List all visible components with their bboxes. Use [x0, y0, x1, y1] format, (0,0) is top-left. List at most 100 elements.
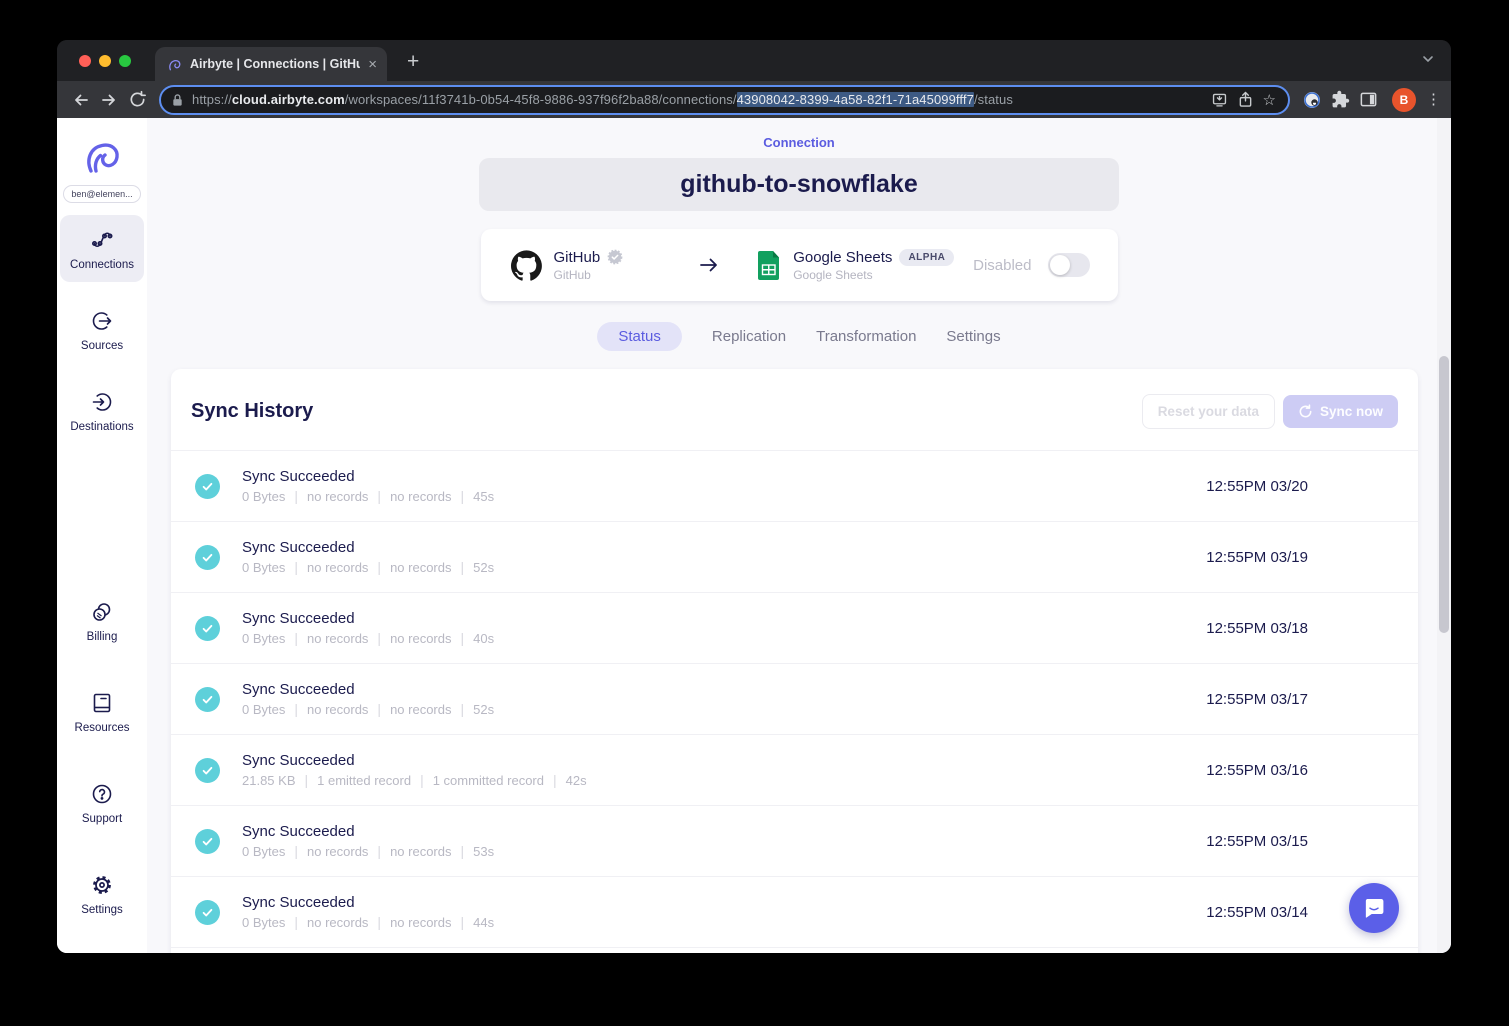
stat-separator: | — [285, 488, 307, 504]
sync-row-stats: 0 Bytes|no records|no records|44s — [242, 914, 494, 930]
stat-separator: | — [368, 701, 390, 717]
sidebar-item-support[interactable]: Support — [60, 769, 144, 836]
sync-stat: no records — [307, 844, 368, 859]
stat-separator: | — [411, 772, 433, 788]
sync-stat: no records — [307, 915, 368, 930]
sidebar-item-billing[interactable]: Billing — [60, 587, 144, 654]
sync-row[interactable]: Sync Succeeded 0 Bytes|no records|no rec… — [171, 876, 1418, 947]
sidebar-item-settings[interactable]: Settings — [60, 860, 144, 927]
stat-separator: | — [368, 630, 390, 646]
sync-row-stats: 0 Bytes|no records|no records|52s — [242, 559, 494, 575]
reload-icon[interactable] — [123, 86, 151, 114]
sync-row[interactable]: Sync Succeeded 0 Bytes|no records|no rec… — [171, 805, 1418, 876]
stat-separator: | — [368, 843, 390, 859]
sync-row[interactable]: Sync Succeeded 21.85 KB|1 emitted record… — [171, 734, 1418, 805]
enabled-label: Disabled — [973, 257, 1031, 274]
url-bar[interactable]: https://cloud.airbyte.com/workspaces/11f… — [159, 85, 1290, 115]
sync-history-list: Sync Succeeded 0 Bytes|no records|no rec… — [171, 450, 1418, 947]
sync-stat: no records — [307, 631, 368, 646]
sync-stat: no records — [390, 489, 451, 504]
sync-row-main: Sync Succeeded 0 Bytes|no records|no rec… — [242, 681, 494, 717]
sync-now-button[interactable]: Sync now — [1283, 395, 1398, 428]
airbyte-logo[interactable] — [82, 136, 122, 176]
bookmark-star-icon[interactable]: ☆ — [1263, 91, 1276, 109]
chat-widget-button[interactable] — [1349, 883, 1399, 933]
install-app-icon[interactable] — [1211, 91, 1228, 108]
stat-separator: | — [451, 843, 473, 859]
profile-avatar[interactable]: B — [1392, 88, 1416, 112]
stat-separator: | — [368, 914, 390, 930]
sync-stat: 0 Bytes — [242, 489, 285, 504]
side-panel-icon[interactable] — [1354, 86, 1382, 114]
zoom-window-button[interactable] — [119, 55, 131, 67]
enabled-toggle[interactable] — [1048, 253, 1090, 277]
back-icon[interactable] — [67, 86, 95, 114]
stat-separator: | — [296, 772, 318, 788]
stat-separator: | — [285, 630, 307, 646]
sync-stat: 1 committed record — [433, 773, 544, 788]
arrow-right-icon — [699, 256, 719, 274]
sidebar-item-destinations[interactable]: Destinations — [60, 377, 144, 444]
sync-row[interactable]: Sync Succeeded 0 Bytes|no records|no rec… — [171, 663, 1418, 734]
sync-row-time: 12:55PM 03/15 — [1206, 833, 1308, 850]
destination-endpoint[interactable]: Google Sheets ALPHA Google Sheets — [757, 249, 954, 282]
sync-row-status: Sync Succeeded — [242, 894, 494, 911]
extension-badge-icon[interactable] — [1298, 86, 1326, 114]
new-tab-button[interactable]: + — [407, 50, 419, 74]
sidebar-item-resources[interactable]: Resources — [60, 678, 144, 745]
workspace-badge[interactable]: ben@elemen... — [63, 185, 140, 203]
sync-row[interactable]: Sync Succeeded 0 Bytes|no records|no rec… — [171, 521, 1418, 592]
forward-icon[interactable] — [95, 86, 123, 114]
stat-separator: | — [368, 559, 390, 575]
toggle-knob — [1050, 255, 1070, 275]
sidebar-item-connections[interactable]: Connections — [60, 215, 144, 282]
alpha-badge: ALPHA — [899, 249, 954, 266]
stat-separator: | — [285, 914, 307, 930]
stat-separator: | — [285, 559, 307, 575]
sidebar-item-label: Destinations — [70, 421, 133, 433]
share-icon[interactable] — [1238, 91, 1253, 108]
tab-transformation[interactable]: Transformation — [816, 322, 916, 351]
sync-row-main: Sync Succeeded 0 Bytes|no records|no rec… — [242, 610, 494, 646]
partial-row — [171, 947, 1418, 953]
browser-tab[interactable]: Airbyte | Connections | GitHub × — [155, 47, 387, 81]
scrollbar-track[interactable] — [1437, 118, 1451, 953]
sync-success-check-icon — [195, 616, 220, 641]
connection-eyebrow: Connection — [147, 135, 1451, 150]
sync-row-main: Sync Succeeded 0 Bytes|no records|no rec… — [242, 823, 494, 859]
sidebar-item-sources[interactable]: Sources — [60, 296, 144, 363]
tab-status[interactable]: Status — [597, 322, 682, 351]
sidebar-bottom-nav: Billing Resources Support Settings — [60, 587, 144, 953]
sync-row[interactable]: Sync Succeeded 0 Bytes|no records|no rec… — [171, 450, 1418, 521]
reset-data-button[interactable]: Reset your data — [1142, 394, 1275, 429]
support-icon — [90, 782, 114, 806]
browser-menu-icon[interactable]: ⋮ — [1426, 93, 1441, 107]
destination-name: Google Sheets — [793, 249, 892, 266]
extensions-puzzle-icon[interactable] — [1326, 86, 1354, 114]
sync-row-main: Sync Succeeded 0 Bytes|no records|no rec… — [242, 894, 494, 930]
scrollbar-thumb[interactable] — [1439, 356, 1449, 633]
sync-stat: 53s — [473, 844, 494, 859]
close-window-button[interactable] — [79, 55, 91, 67]
source-endpoint[interactable]: GitHub GitHub — [511, 249, 624, 282]
tab-close-icon[interactable]: × — [368, 57, 377, 72]
stat-separator: | — [285, 843, 307, 859]
sync-row-stats: 0 Bytes|no records|no records|40s — [242, 630, 494, 646]
sync-stat: 0 Bytes — [242, 844, 285, 859]
google-sheets-icon — [757, 250, 781, 281]
sync-stat: 1 emitted record — [317, 773, 411, 788]
tab-replication[interactable]: Replication — [712, 322, 786, 351]
enabled-control: Disabled — [973, 253, 1089, 277]
airbyte-favicon-icon — [167, 57, 182, 72]
sync-row-time: 12:55PM 03/16 — [1206, 762, 1308, 779]
stat-separator: | — [544, 772, 566, 788]
sync-row-time: 12:55PM 03/20 — [1206, 478, 1308, 495]
tab-search-chevron-icon[interactable] — [1421, 52, 1435, 66]
sync-history-header: Sync History Reset your data Sync now — [171, 369, 1418, 450]
sidebar-item-label: Sources — [81, 340, 123, 352]
tab-settings[interactable]: Settings — [946, 322, 1000, 351]
minimize-window-button[interactable] — [99, 55, 111, 67]
traffic-lights — [79, 55, 131, 67]
sync-row-stats: 0 Bytes|no records|no records|52s — [242, 701, 494, 717]
sync-row[interactable]: Sync Succeeded 0 Bytes|no records|no rec… — [171, 592, 1418, 663]
